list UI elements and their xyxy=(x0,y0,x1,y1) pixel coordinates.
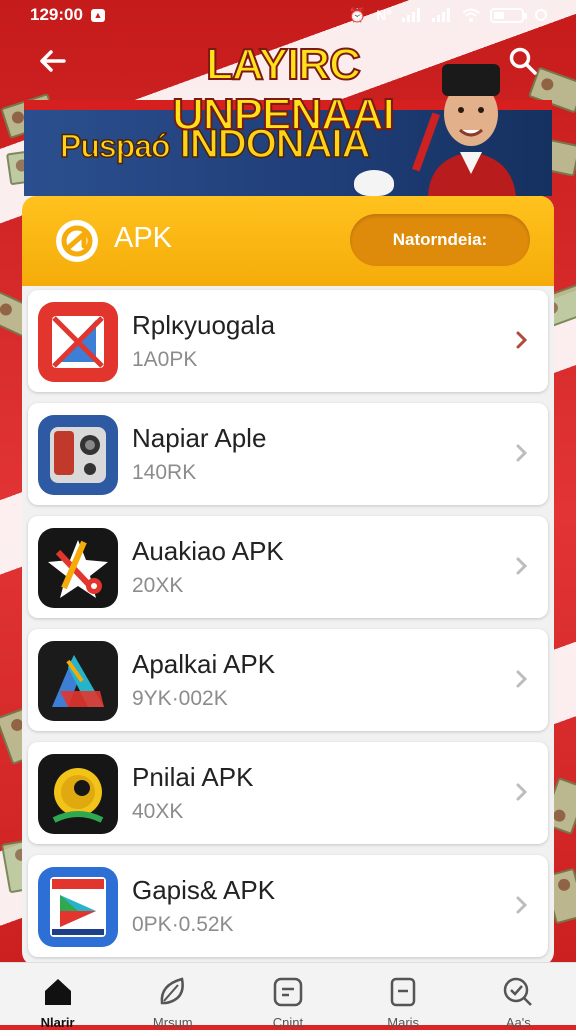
apk-panel: APK Natorndeia: Rplĸyuogala 1A0PK Napiar… xyxy=(22,196,554,966)
nav-item-2[interactable]: Mrsum xyxy=(123,963,223,1030)
back-arrow-icon xyxy=(40,50,66,72)
search-button[interactable] xyxy=(508,46,544,82)
chevron-right-icon xyxy=(516,331,528,349)
app-header: LAYIRC UNPENAAI xyxy=(0,32,576,140)
app-list: Rplĸyuogala 1A0PK Napiar Aple 140RK Auak… xyxy=(28,290,548,966)
app-name: Rplĸyuogala xyxy=(132,310,276,340)
chevron-right-icon xyxy=(516,783,528,801)
alarm-icon: ⏰ xyxy=(348,6,367,23)
list-item[interactable]: Pnilai APK 40XK xyxy=(28,742,548,844)
app-size: 20XK xyxy=(132,574,184,597)
status-time: 129:00 xyxy=(30,5,83,24)
chevron-right-icon xyxy=(516,670,528,688)
list-item[interactable]: Apalkai APK 9YK·002K xyxy=(28,629,548,731)
app-size: 0PK·0.52K xyxy=(132,913,234,936)
bottom-navigation: Nlarir Mrsum Cnint Maris Aa's xyxy=(0,962,576,1030)
nav-label: Mrsum xyxy=(152,1015,193,1030)
page-title: LAYIRC UNPENAAI xyxy=(171,39,396,140)
box-icon xyxy=(390,977,416,1007)
chevron-right-icon xyxy=(516,444,528,462)
wifi-icon xyxy=(462,8,480,22)
search-check-icon xyxy=(504,977,533,1006)
signal-icon xyxy=(432,8,450,22)
panel-header: APK Natorndeia: xyxy=(22,196,554,286)
search-icon xyxy=(509,47,537,75)
nav-item-3[interactable]: Cnint xyxy=(238,963,338,1030)
battery-icon xyxy=(490,7,527,23)
status-bar: 129:00 ▲ ⏰ N° xyxy=(0,0,576,30)
camera-device-icon xyxy=(38,415,118,495)
home-icon xyxy=(44,979,71,1005)
app-name: Napiar Aple xyxy=(132,423,267,453)
document-x-icon xyxy=(38,302,118,382)
app-size: 9YK·002K xyxy=(132,687,228,710)
nav-label: Aa's xyxy=(505,1015,531,1030)
yellow-coin-icon xyxy=(38,754,118,834)
chevron-right-icon xyxy=(516,896,528,914)
square-dash-icon xyxy=(273,977,303,1007)
list-item[interactable]: Gapis& APK 0PK·0.52K xyxy=(28,855,548,957)
star-pinwheel-icon xyxy=(38,528,118,608)
panel-title: APK xyxy=(114,222,173,254)
chevron-right-icon xyxy=(516,557,528,575)
signal-icon xyxy=(402,8,420,22)
apk-logo-icon xyxy=(56,220,98,262)
app-size: 140RK xyxy=(132,461,197,484)
nav-label: Cnint xyxy=(272,1015,304,1030)
list-item[interactable]: Auakiao APK 20XK xyxy=(28,516,548,618)
nav-label: Maris xyxy=(387,1015,420,1030)
status-network-text: N° xyxy=(376,7,392,23)
app-name: Pnilai APK xyxy=(132,762,254,792)
app-size: 40XK xyxy=(132,800,184,823)
list-item[interactable]: Napiar Aple 140RK xyxy=(28,403,548,505)
app-name: Gapis& APK xyxy=(132,875,276,905)
settings-ring-icon xyxy=(535,9,547,21)
app-size: 1A0PK xyxy=(132,348,198,371)
panel-action-button[interactable]: Natorndeia: xyxy=(350,214,530,266)
nav-item-home[interactable]: Nlarir xyxy=(8,963,108,1030)
triangle-logo-icon xyxy=(38,641,118,721)
nav-item-5[interactable]: Aa's xyxy=(468,963,568,1030)
mascot-illustration xyxy=(354,170,394,196)
leaf-icon xyxy=(160,977,184,1005)
list-item[interactable]: Rplĸyuogala 1A0PK xyxy=(28,290,548,392)
play-store-icon xyxy=(38,867,118,947)
back-button[interactable] xyxy=(36,46,70,80)
app-name: Auakiao APK xyxy=(132,536,284,566)
app-name: Apalkai APK xyxy=(132,649,276,679)
nav-label: Nlarir xyxy=(40,1015,75,1030)
nav-item-4[interactable]: Maris xyxy=(353,963,453,1030)
notification-icon: ▲ xyxy=(90,8,105,22)
